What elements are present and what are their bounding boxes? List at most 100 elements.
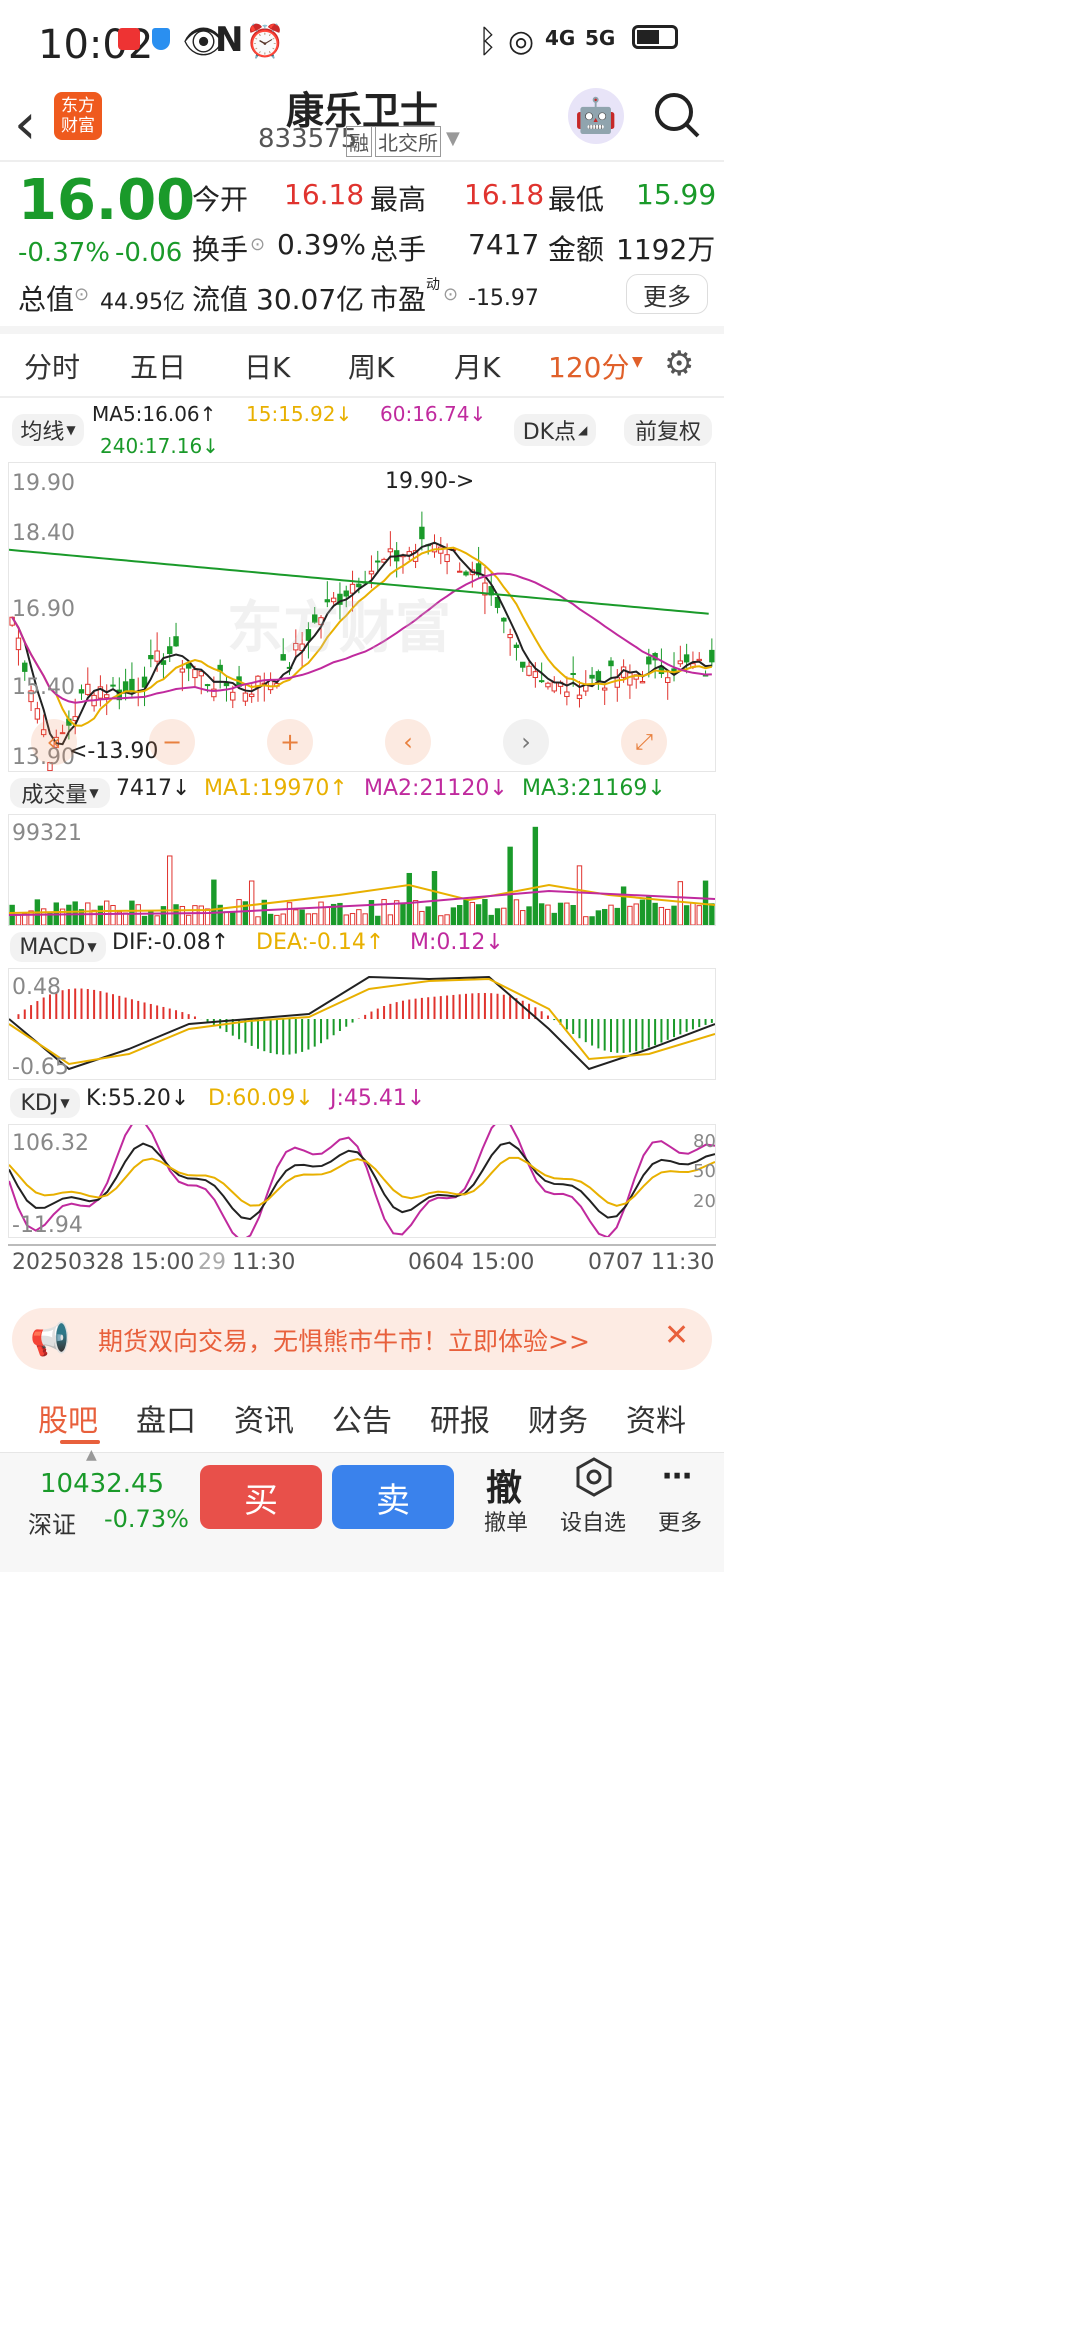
volume-bar	[223, 911, 230, 925]
info-icon[interactable]: ⊙	[74, 284, 89, 305]
more-icon[interactable]: ⋯	[662, 1459, 692, 1494]
change-amount: -0.06	[115, 238, 183, 268]
y-tick: 99321	[12, 821, 82, 846]
volume-bar	[677, 881, 684, 925]
cancel-order-icon[interactable]: 撤	[486, 1459, 522, 1511]
tab-daily[interactable]: 日K	[244, 346, 290, 386]
y-tick: 15.40	[12, 675, 75, 700]
margin-tag: 融	[346, 126, 372, 157]
kline-candle	[456, 570, 463, 573]
kline-candle	[614, 677, 621, 688]
kline-candle	[665, 677, 671, 683]
fullscreen-icon[interactable]: ⤢	[621, 719, 667, 765]
kdj-chart[interactable]: 106.32 -11.94 80 50 20	[8, 1124, 716, 1238]
tab-weekly[interactable]: 周K	[348, 346, 394, 386]
tab-forum[interactable]: 股吧	[38, 1396, 98, 1440]
sell-button[interactable]: 卖	[332, 1465, 454, 1529]
tab-five-day[interactable]: 五日	[130, 346, 186, 386]
volume-bar	[15, 914, 22, 925]
high-value: 16.18	[464, 178, 545, 211]
tab-orderbook[interactable]: 盘口	[136, 1396, 196, 1440]
volume-bar	[633, 903, 639, 925]
volume-bar	[576, 865, 583, 925]
indicator-select-label: 均线	[20, 420, 65, 445]
macd-indicator-select[interactable]: MACD ▼	[10, 932, 106, 962]
volume-bar	[141, 915, 148, 925]
scroll-left-fast-icon[interactable]: «	[31, 719, 77, 765]
volume-bar	[267, 913, 274, 925]
volume-select-label: 成交量	[21, 783, 88, 808]
indicator-select[interactable]: 均线 ▼	[12, 414, 84, 446]
volume-bar	[444, 914, 450, 925]
volume-bar	[154, 915, 160, 925]
kline-candle	[589, 674, 595, 679]
volume-bar	[589, 916, 595, 925]
kline-candle	[204, 684, 211, 687]
volume-bar	[400, 903, 406, 925]
info-icon[interactable]: ⊙	[443, 284, 458, 305]
tab-120min[interactable]: 120分	[548, 346, 629, 386]
buy-button[interactable]: 买	[200, 1465, 322, 1529]
volume-bar	[91, 909, 97, 925]
volume-bar	[343, 914, 349, 925]
robot-assistant-icon[interactable]: 🤖	[568, 88, 624, 144]
more-label[interactable]: 更多	[658, 1505, 702, 1537]
add-favorite-icon[interactable]	[574, 1457, 614, 1497]
tab-news[interactable]: 资讯	[234, 1396, 294, 1440]
network-5g-label: 5G	[585, 26, 616, 50]
dk-point-label: DK点	[522, 420, 577, 445]
volume-bar	[690, 902, 696, 925]
cancel-order-label[interactable]: 撤单	[484, 1505, 528, 1537]
more-button[interactable]: 更多	[626, 274, 708, 314]
settings-gear-icon[interactable]: ⚙	[664, 344, 694, 384]
add-favorite-label[interactable]: 设自选	[560, 1505, 626, 1537]
x-tick: 0707 11:30	[588, 1250, 715, 1275]
tab-monthly[interactable]: 月K	[454, 346, 500, 386]
x-tick: 29	[198, 1250, 226, 1275]
promo-banner[interactable]: 📢 期货双向交易，无惧熊市牛市！立即体验>> ✕	[12, 1308, 712, 1370]
high-marker: 19.90->	[385, 469, 475, 494]
index-pct: -0.73%	[104, 1505, 189, 1533]
kline-candle	[576, 694, 583, 700]
volume-chart[interactable]: 99321	[8, 814, 716, 926]
zoom-in-icon[interactable]: +	[267, 719, 313, 765]
macd-chart[interactable]: 0.48 -0.65	[8, 968, 716, 1080]
tab-announcements[interactable]: 公告	[332, 1396, 392, 1440]
tab-finance[interactable]: 财务	[528, 1396, 588, 1440]
expand-icon[interactable]: ▲	[86, 1447, 97, 1463]
kline-candle	[639, 681, 646, 684]
tab-intraday[interactable]: 分时	[24, 346, 80, 386]
volume-bar	[658, 906, 665, 925]
tab-research[interactable]: 研报	[430, 1396, 490, 1440]
dropdown-icon[interactable]: ▼	[446, 128, 460, 149]
volume-bar	[526, 906, 532, 925]
market-cap-value: 44.95亿	[100, 290, 185, 315]
kline-candle	[501, 617, 507, 622]
volume-bar	[683, 905, 690, 925]
kline-candle	[570, 672, 576, 675]
close-icon[interactable]: ✕	[664, 1318, 689, 1353]
kline-chart[interactable]: 东方财富 19.90 18.40 16.90 15.40 13.90 19.90…	[8, 462, 716, 772]
index-value: 10432.45	[40, 1469, 165, 1499]
scroll-left-icon[interactable]: ‹	[385, 719, 431, 765]
volume-bar	[620, 886, 627, 925]
dk-point-button[interactable]: DK点 ◢	[514, 414, 596, 446]
search-icon[interactable]	[652, 90, 702, 140]
volume-indicator-select[interactable]: 成交量 ▼	[10, 778, 110, 808]
vol-ma3: MA3:21169↓	[522, 776, 666, 801]
promo-text: 期货双向交易，无惧熊市牛市！立即体验>>	[98, 1327, 590, 1356]
kdj-indicator-select[interactable]: KDJ ▼	[10, 1088, 80, 1118]
info-icon[interactable]: ⊙	[250, 234, 265, 255]
adjust-button[interactable]: 前复权	[624, 414, 712, 446]
tab-profile[interactable]: 资料	[626, 1396, 686, 1440]
hotspot-icon: ◎	[508, 24, 535, 59]
dropdown-icon[interactable]: ▼	[632, 354, 643, 370]
volume-bar	[646, 895, 652, 925]
zoom-out-icon[interactable]: −	[149, 719, 195, 765]
ma60-label: 60:16.74↓	[380, 402, 487, 426]
volume-bar	[671, 905, 677, 925]
volume-bar	[211, 879, 217, 925]
scroll-right-icon[interactable]: ›	[503, 719, 549, 765]
volume-bar	[652, 902, 658, 925]
volume-bar	[286, 902, 293, 925]
